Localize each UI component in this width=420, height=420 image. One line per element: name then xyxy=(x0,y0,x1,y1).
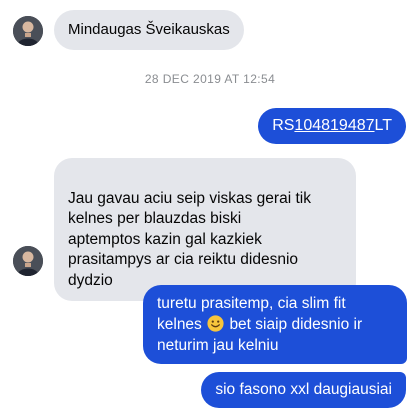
tracking-number-link[interactable]: 104819487 xyxy=(294,117,374,134)
size-message-text: sio fasono xxl daugiausiai xyxy=(215,381,392,398)
reply-line-2-end: bet siaip didesnio ir xyxy=(229,316,363,333)
incoming-message[interactable]: Jau gavau aciu seip viskas gerai tik kel… xyxy=(54,158,356,301)
outgoing-message-tracking[interactable]: RS104819487LT xyxy=(258,108,406,144)
message-timestamp: 28 DEC 2019 AT 12:54 xyxy=(144,72,276,86)
contact-name: Mindaugas Šveikauskas xyxy=(68,21,230,38)
tracking-prefix: RS xyxy=(272,117,295,134)
incoming-message-text: Jau gavau aciu seip viskas gerai tik kel… xyxy=(68,189,311,289)
reply-line-2: kelnes bet siaip didesnio ir xyxy=(157,314,393,335)
contact-avatar-icon[interactable] xyxy=(13,16,43,46)
tracking-suffix: LT xyxy=(374,117,392,134)
contact-name-bubble[interactable]: Mindaugas Šveikauskas xyxy=(54,10,244,50)
contact-avatar-icon-small[interactable] xyxy=(13,246,43,276)
outgoing-message-size[interactable]: sio fasono xxl daugiausiai xyxy=(201,372,406,408)
chat-thread: Mindaugas Šveikauskas 28 DEC 2019 AT 12:… xyxy=(0,0,420,420)
reply-line-3: neturim jau kelniu xyxy=(157,337,279,354)
outgoing-message-reply[interactable]: turetu prasitemp, cia slim fit kelnes be… xyxy=(143,285,407,364)
reply-line-2-start: kelnes xyxy=(157,316,202,333)
reply-line-1: turetu prasitemp, cia slim fit xyxy=(157,295,346,312)
slightly-smiling-face-emoji-icon xyxy=(207,315,224,332)
